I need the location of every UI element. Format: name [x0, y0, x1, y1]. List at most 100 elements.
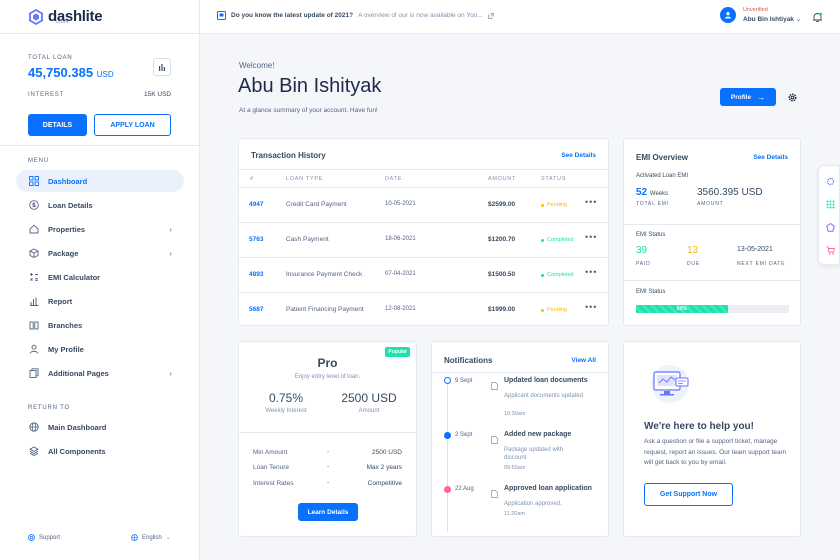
sidebar: dashlite LOAN TOTAL LOAN 45,750.385 USD …: [0, 0, 200, 560]
avatar: [720, 7, 736, 23]
see-details-link[interactable]: See Details: [561, 152, 596, 159]
plan-tagline: Enjoy entry level of loan.: [294, 374, 361, 380]
sidebar-item-branches[interactable]: Branches: [16, 314, 184, 336]
external-link-icon: [487, 12, 494, 19]
emi-progress-fill: 60%: [636, 305, 728, 313]
notification-date: 22 Aug: [455, 486, 474, 492]
status-dot: [541, 308, 544, 312]
user-dropdown[interactable]: Unverified Abu Bin Ishtiyak ⌄: [720, 7, 801, 23]
notification-title: Added new package: [504, 431, 572, 438]
more-options-icon[interactable]: •••: [585, 232, 597, 242]
status-badge: Completed: [541, 272, 574, 278]
topbar: Do you know the latest update of 2021? A…: [200, 0, 840, 34]
chart-toggle-button[interactable]: [153, 58, 171, 76]
table-row[interactable]: 4947 Credit Card Payment 10-05-2021 $259…: [239, 187, 608, 222]
loan-id[interactable]: 4947: [249, 201, 263, 208]
settings-icon[interactable]: [825, 176, 835, 186]
emi-progress-text: 60%: [676, 306, 687, 312]
logo-hexagon-icon: [29, 8, 43, 25]
sidebar-item-loan-details[interactable]: $ Loan Details: [16, 194, 184, 216]
language-selector[interactable]: English ⌄: [131, 534, 171, 541]
status-badge: Completed: [541, 237, 574, 243]
notification-bell-button[interactable]: [812, 10, 823, 28]
amount-label: AMOUNT: [697, 201, 724, 207]
badge-icon[interactable]: [825, 222, 835, 232]
emi-status-label-2: EMI Status: [636, 289, 666, 295]
sidebar-item-report[interactable]: Report: [16, 290, 184, 312]
detail-value: 2500 USD: [372, 449, 402, 456]
sidebar-item-properties[interactable]: Properties ›: [16, 218, 184, 240]
dashboard-icon: [28, 175, 40, 187]
sidebar-item-label: My Profile: [48, 344, 84, 354]
menu-label: MENU: [28, 158, 49, 164]
loan-amount: $1500.50: [488, 271, 516, 278]
profile-button[interactable]: Profile →: [720, 88, 776, 106]
table-row[interactable]: 4893 Insurance Payment Check 07-04-2021 …: [239, 257, 608, 292]
more-options-icon[interactable]: •••: [585, 267, 597, 277]
get-support-button[interactable]: Get Support Now: [644, 483, 733, 506]
dollar-circle-icon: $: [28, 199, 40, 211]
sidebar-item-my-profile[interactable]: My Profile: [16, 338, 184, 360]
globe-icon: [131, 534, 138, 541]
view-all-link[interactable]: View All: [571, 357, 596, 364]
cart-icon[interactable]: [825, 245, 835, 255]
loan-id[interactable]: 5687: [249, 306, 263, 313]
support-icon: [28, 534, 35, 541]
more-options-icon[interactable]: •••: [585, 302, 597, 312]
transaction-history-card: Transaction History See Details # LOAN T…: [238, 138, 609, 326]
arrow-right-icon: →: [757, 92, 766, 102]
divider: [432, 372, 608, 373]
activated-label: Activated Loan EMI: [636, 173, 689, 179]
divider: [624, 280, 800, 281]
notification-time: 11:20am: [504, 511, 525, 517]
help-title: We're here to help you!: [644, 421, 754, 432]
column-header: DATE: [385, 176, 403, 182]
return-to-label: RETURN TO: [28, 405, 70, 411]
sidebar-item-dashboard[interactable]: Dashboard: [16, 170, 184, 192]
sidebar-item-package[interactable]: Package ›: [16, 242, 184, 264]
timeline-dot: [444, 486, 451, 493]
table-row[interactable]: 5763 Cash Payment 18-06-2021 $1200.70 Co…: [239, 222, 608, 257]
table-row[interactable]: 5687 Patient Financing Payment 12-08-202…: [239, 292, 608, 325]
sidebar-item-emi-calculator[interactable]: EMI Calculator: [16, 266, 184, 288]
notification-title: Updated loan documents: [504, 377, 588, 384]
see-details-link[interactable]: See Details: [753, 154, 788, 161]
page-title: Abu Bin Ishityak: [238, 75, 382, 97]
loan-date: 18-06-2021: [385, 236, 416, 242]
grid-icon[interactable]: [825, 199, 835, 209]
bell-icon: [813, 12, 823, 22]
detail-separator: -: [327, 463, 330, 470]
notification-desc: Package updated with discount: [504, 447, 564, 461]
sidebar-item-additional-pages[interactable]: Additional Pages ›: [16, 362, 184, 384]
settings-button[interactable]: [783, 88, 801, 106]
detail-separator: -: [327, 448, 330, 455]
news-announcement[interactable]: Do you know the latest update of 2021? A…: [217, 11, 494, 20]
detail-label: Min Amount: [253, 449, 288, 456]
loan-type: Patient Financing Payment: [286, 306, 364, 313]
news-text: A overview of our is now available on Yo…: [358, 12, 483, 19]
loan-amount: $1200.70: [488, 236, 516, 243]
sidebar-item-label: Loan Details: [48, 200, 93, 210]
notification-time: 10:30am: [504, 411, 526, 417]
divider: [0, 33, 200, 34]
interest-label: INTEREST: [28, 92, 65, 98]
sidebar-item-all-components[interactable]: All Components: [16, 440, 184, 462]
more-options-icon[interactable]: •••: [585, 197, 597, 207]
page-subtitle: At a glance summary of your account. Hav…: [239, 107, 378, 114]
support-link[interactable]: Support: [28, 534, 60, 541]
chevron-right-icon: ›: [169, 248, 172, 258]
bar-chart-icon: [159, 64, 165, 71]
sidebar-item-main-dashboard[interactable]: Main Dashboard: [16, 416, 184, 438]
chevron-right-icon: ›: [169, 368, 172, 378]
loan-id[interactable]: 5763: [249, 236, 263, 243]
news-title: Do you know the latest update of 2021?: [231, 12, 354, 19]
loan-date: 07-04-2021: [385, 271, 416, 277]
weeks-number: 52: [636, 187, 648, 198]
details-button[interactable]: DETAILS: [28, 114, 87, 136]
loan-id[interactable]: 4893: [249, 271, 263, 278]
learn-details-button[interactable]: Learn Details: [298, 503, 358, 521]
status-text: Completed: [547, 272, 574, 278]
notifications-card: Notifications View All 9 Sept Updated lo…: [431, 341, 609, 537]
apply-loan-button[interactable]: APPLY LOAN: [94, 114, 171, 136]
status-badge: Pending: [541, 202, 567, 208]
